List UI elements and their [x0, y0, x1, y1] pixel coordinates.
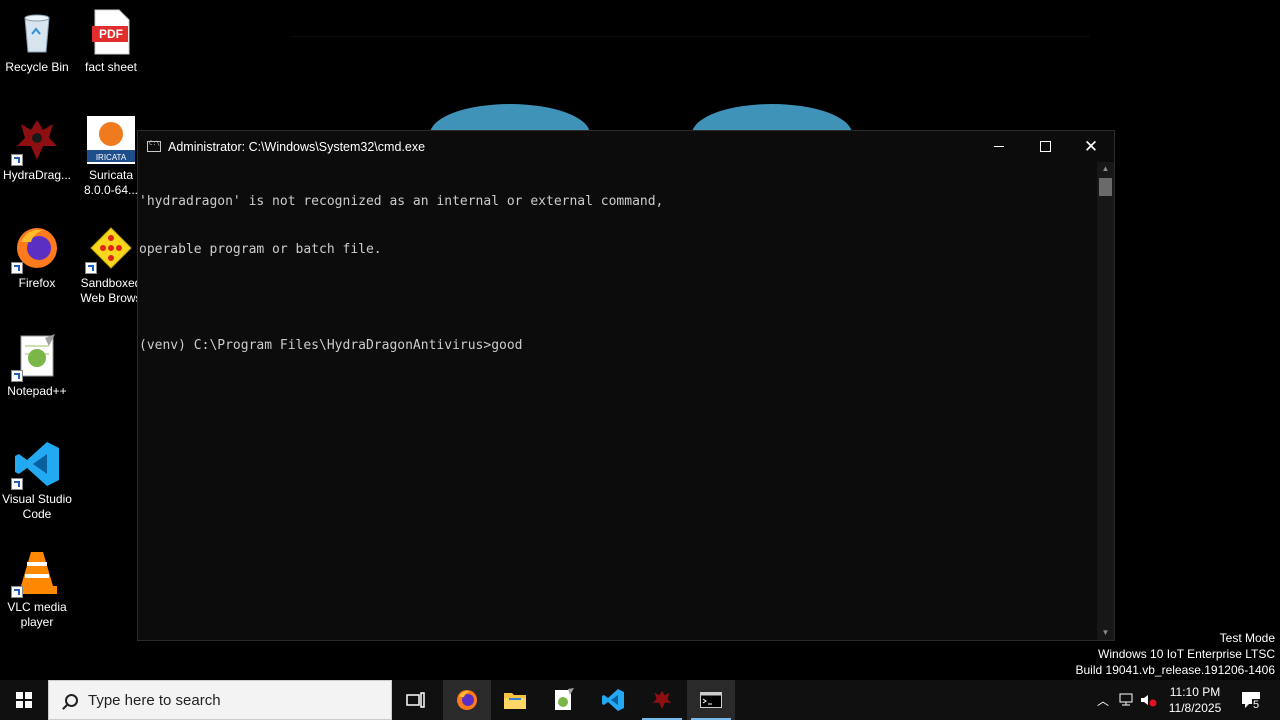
- action-center-button[interactable]: 5: [1236, 680, 1266, 720]
- console-output[interactable]: 'hydradragon' is not recognized as an in…: [139, 162, 1096, 640]
- recycle-bin-icon: [13, 8, 61, 56]
- taskbar-cmd[interactable]: [687, 680, 735, 720]
- network-icon: [1119, 693, 1133, 706]
- desktop-icon-label: Firefox: [18, 276, 56, 290]
- chevron-up-icon: ︿: [1096, 693, 1109, 708]
- taskbar-clock[interactable]: 11:10 PM 11/8/2025: [1158, 680, 1232, 720]
- taskbar-vs-code[interactable]: [589, 680, 637, 720]
- taskbar-file-explorer[interactable]: [491, 680, 539, 720]
- test-mode-watermark: Test Mode Windows 10 IoT Enterprise LTSC…: [1076, 630, 1276, 678]
- cmd-window[interactable]: Administrator: C:\Windows\System32\cmd.e…: [137, 130, 1115, 641]
- minimize-button[interactable]: [976, 131, 1022, 162]
- maximize-button[interactable]: [1022, 131, 1068, 162]
- volume-muted-icon: [1141, 695, 1157, 707]
- desktop-icon-label: Recycle Bin: [5, 60, 69, 74]
- clock-date: 11/8/2025: [1168, 701, 1222, 715]
- shortcut-arrow-icon: [11, 154, 23, 166]
- search-placeholder: Type here to search: [88, 691, 221, 709]
- desktop-icon-recycle-bin[interactable]: Recycle Bin: [0, 8, 74, 75]
- scrollbar-thumb[interactable]: [1099, 178, 1112, 196]
- vertical-scrollbar[interactable]: ▲ ▼: [1097, 162, 1114, 640]
- console-line: operable program or batch file.: [139, 242, 382, 257]
- taskbar-search-box[interactable]: Type here to search: [48, 680, 392, 720]
- sandboxie-icon: [85, 224, 135, 274]
- desktop-icon-fact-sheet[interactable]: PDF fact sheet: [74, 8, 148, 75]
- maximize-icon: [1039, 141, 1051, 152]
- window-titlebar[interactable]: Administrator: C:\Windows\System32\cmd.e…: [138, 131, 1114, 162]
- close-icon: ✕: [1083, 137, 1099, 156]
- windows-logo-icon: [16, 692, 32, 708]
- shortcut-arrow-icon: [11, 586, 23, 598]
- suricata-badge: IRICATA: [95, 153, 127, 162]
- watermark-line-2: Windows 10 IoT Enterprise LTSC: [1098, 647, 1275, 661]
- vs-code-icon: [11, 440, 61, 490]
- firefox-icon: [11, 224, 61, 274]
- notepad-plus-plus-icon: [11, 332, 61, 382]
- vs-code-icon: [602, 689, 624, 711]
- window-title: Administrator: C:\Windows\System32\cmd.e…: [168, 139, 426, 154]
- taskbar-firefox[interactable]: [443, 680, 491, 720]
- taskbar-hydradragon[interactable]: [638, 680, 686, 720]
- desktop-icon-notepad-plus-plus[interactable]: Notepad++: [0, 332, 74, 399]
- desktop-icon-firefox[interactable]: Firefox: [0, 224, 74, 291]
- scroll-up-icon[interactable]: ▲: [1097, 162, 1114, 176]
- shortcut-arrow-icon: [11, 478, 23, 490]
- desktop-icon-label: VLC media player: [7, 600, 67, 629]
- desktop-icon-visual-studio-code[interactable]: Visual Studio Code: [0, 440, 74, 522]
- suricata-icon: IRICATA: [87, 116, 135, 164]
- firefox-icon: [457, 690, 477, 710]
- pdf-file-icon: PDF: [87, 8, 135, 56]
- desktop-icon-label: fact sheet: [84, 60, 138, 74]
- shortcut-arrow-icon: [85, 262, 97, 274]
- console-line: 'hydradragon' is not recognized as an in…: [139, 194, 664, 209]
- watermark-line-1: Test Mode: [1219, 631, 1275, 645]
- vlc-icon: [11, 548, 61, 598]
- show-hidden-icons-button[interactable]: ︿: [1092, 680, 1114, 720]
- desktop-icon-label: Notepad++: [7, 384, 67, 398]
- search-icon: [65, 693, 78, 707]
- cmd-icon: [147, 140, 161, 152]
- start-button[interactable]: [0, 680, 48, 720]
- notification-count: 5: [1252, 699, 1261, 711]
- cmd-icon: [700, 692, 722, 708]
- clock-time: 11:10 PM: [1169, 685, 1221, 699]
- network-tray-button[interactable]: [1116, 680, 1138, 720]
- shortcut-arrow-icon: [11, 262, 23, 274]
- taskbar: Type here to search ︿ 11:10 PM 11/8/2025…: [0, 680, 1280, 720]
- hydradragon-icon: [11, 116, 61, 166]
- folder-icon: [504, 693, 526, 709]
- watermark-line-3: Build 19041.vb_release.191206-1406: [1075, 663, 1276, 677]
- task-view-button[interactable]: [392, 680, 440, 720]
- task-view-icon: [406, 692, 425, 708]
- volume-tray-button[interactable]: [1138, 680, 1160, 720]
- shortcut-arrow-icon: [11, 370, 23, 382]
- console-prompt-line: (venv) C:\Program Files\HydraDragonAntiv…: [139, 338, 523, 353]
- wallpaper-line: [290, 36, 1090, 37]
- notepad-plus-plus-icon: [555, 688, 574, 710]
- minimize-icon: [994, 146, 1004, 147]
- desktop-icon-vlc[interactable]: VLC media player: [0, 548, 74, 630]
- desktop-icon-label: Visual Studio Code: [2, 492, 72, 521]
- taskbar-notepad-plus-plus[interactable]: [540, 680, 588, 720]
- pdf-badge: PDF: [99, 27, 123, 41]
- hydradragon-icon: [652, 690, 672, 710]
- desktop-icon-label: HydraDrag...: [2, 168, 72, 182]
- close-button[interactable]: ✕: [1068, 131, 1114, 162]
- desktop-icon-hydradragon[interactable]: HydraDrag...: [0, 116, 74, 183]
